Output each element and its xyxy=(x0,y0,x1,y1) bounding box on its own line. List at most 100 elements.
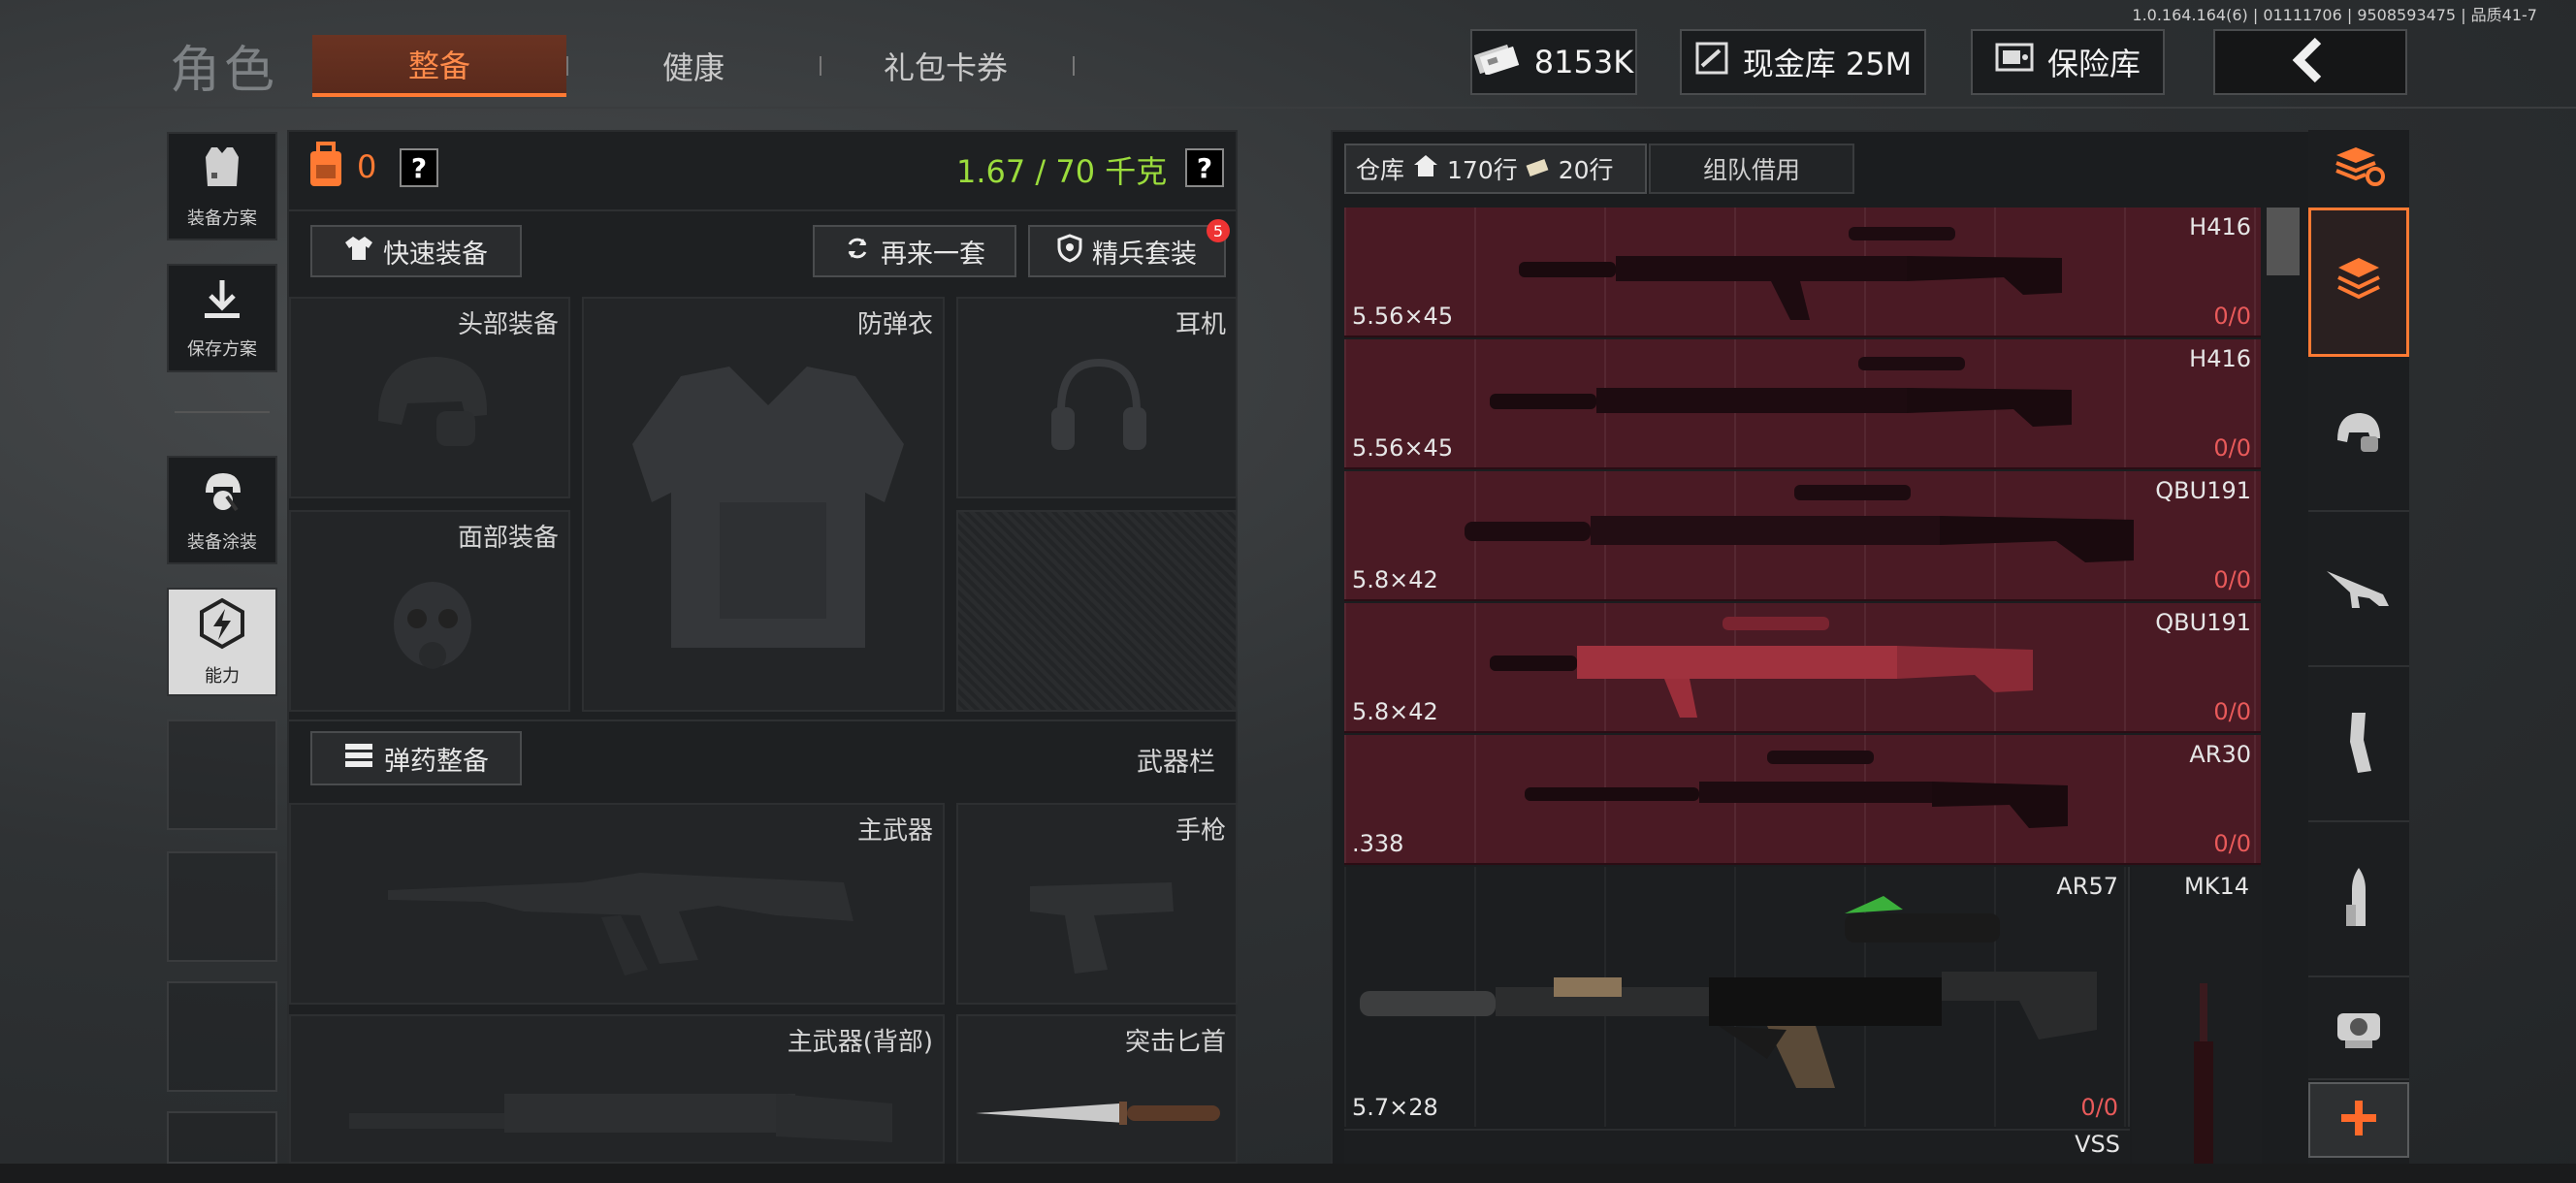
slot-label: 面部装备 xyxy=(457,524,559,553)
item-name: H416 xyxy=(2189,213,2251,240)
item-ammo: 5.56×45 xyxy=(1352,303,1454,330)
plus-icon xyxy=(2337,1097,2380,1143)
safe-box-button[interactable]: 保险库 xyxy=(1971,29,2165,95)
rifle-icon xyxy=(1360,894,2116,1102)
gas-mask-icon xyxy=(384,576,481,687)
cash-icon xyxy=(1473,42,1521,82)
team-borrow-tab[interactable]: 组队借用 xyxy=(1649,144,1854,194)
divider xyxy=(289,209,1236,211)
chevron-left-icon xyxy=(2287,37,2334,87)
armor-slot[interactable]: 防弹衣 xyxy=(582,297,945,712)
tab-separator xyxy=(820,56,821,76)
helmet-paint-icon xyxy=(198,467,246,521)
empty-slot xyxy=(956,510,1238,712)
warehouse-item[interactable]: QBU191 5.8×42 0/0 xyxy=(1344,471,2261,601)
quick-equip-button[interactable]: 快速装备 xyxy=(310,225,522,277)
warehouse-tab[interactable]: 仓库 170行 20行 xyxy=(1344,144,1647,194)
warehouse-tab-label: 仓库 xyxy=(1356,156,1405,184)
vest-plan-icon xyxy=(198,144,246,197)
tab-equip[interactable]: 整备 xyxy=(312,35,566,97)
knife-slot[interactable]: 突击匕首 xyxy=(956,1014,1238,1164)
earphone-slot[interactable]: 耳机 xyxy=(956,297,1238,498)
ammo-equip-button[interactable]: 弹药整备 xyxy=(310,731,522,785)
rifle-icon xyxy=(388,844,853,983)
cash-value: 8153K xyxy=(1533,44,1634,80)
warehouse-item-vss[interactable]: VSS xyxy=(1344,1129,2130,1164)
warehouse-rows-total: 170行 xyxy=(1447,156,1518,184)
tab-health[interactable]: 健康 xyxy=(572,35,815,97)
cash-small-icon xyxy=(1526,155,1551,183)
pistol-slot[interactable]: 手枪 xyxy=(956,803,1238,1005)
count-max: 0 xyxy=(2236,698,2251,725)
item-count: 0/0 xyxy=(2213,303,2251,330)
sidebar-empty-slot xyxy=(167,981,277,1092)
again-button[interactable]: 再来一套 xyxy=(813,225,1016,277)
item-ammo: 5.8×42 xyxy=(1352,566,1438,593)
stack-refresh-icon xyxy=(2333,144,2385,192)
item-count: 0/0 xyxy=(2213,566,2251,593)
warehouse-item[interactable]: QBU191 5.8×42 0/0 xyxy=(1344,603,2261,733)
bottom-strip xyxy=(0,1164,2576,1183)
again-label: 再来一套 xyxy=(881,239,985,270)
sidebar-item-loadout-plan[interactable]: 装备方案 xyxy=(167,132,277,240)
vault-icon xyxy=(1694,41,1729,83)
elite-set-button[interactable]: 精兵套装 xyxy=(1028,225,1226,277)
warehouse-item[interactable]: H416 5.56×45 0/0 xyxy=(1344,208,2261,337)
pistol-icon xyxy=(1026,873,1181,983)
page-title: 角色 xyxy=(170,42,279,100)
category-helmet[interactable] xyxy=(2308,359,2409,512)
count-max: 0 xyxy=(2236,434,2251,462)
count-max: 0 xyxy=(2236,830,2251,857)
weight-display: 1.67 / 70 千克 xyxy=(956,153,1168,190)
category-attachment[interactable] xyxy=(2308,979,2409,1080)
rifle-icon xyxy=(349,1074,892,1169)
tab-separator xyxy=(1073,56,1075,76)
item-ammo: 5.8×42 xyxy=(1352,698,1438,725)
category-magazine[interactable] xyxy=(2308,669,2409,822)
category-rifle[interactable] xyxy=(2308,514,2409,667)
safe-icon xyxy=(1995,43,2034,81)
back-button[interactable] xyxy=(2213,29,2407,95)
head-slot[interactable]: 头部装备 xyxy=(289,297,570,498)
sidebar-item-ability[interactable]: 能力 xyxy=(167,588,277,696)
add-button[interactable] xyxy=(2308,1082,2409,1158)
sort-refresh-button[interactable] xyxy=(2308,130,2409,206)
item-name: AR30 xyxy=(2189,741,2251,768)
cash-display[interactable]: 8153K xyxy=(1470,29,1637,95)
face-slot[interactable]: 面部装备 xyxy=(289,510,570,712)
item-name: MK14 xyxy=(2184,873,2249,900)
helmet-icon xyxy=(369,343,495,473)
rifle-vertical-icon xyxy=(2190,983,2219,1167)
item-count: 0/0 xyxy=(2213,698,2251,725)
item-name: H416 xyxy=(2189,345,2251,372)
rifle-icon xyxy=(1490,611,2072,731)
house-icon xyxy=(1412,153,1439,184)
item-count: 0/0 xyxy=(2213,434,2251,462)
scrollbar-thumb[interactable] xyxy=(2267,208,2300,275)
cash-vault-button[interactable]: 现金库 25M xyxy=(1680,29,1926,95)
bullet-icon xyxy=(2342,866,2375,934)
sidebar-item-label: 能力 xyxy=(205,665,240,687)
sidebar-item-save-plan[interactable]: 保存方案 xyxy=(167,264,277,372)
primary-weapon-slot[interactable]: 主武器 xyxy=(289,803,945,1005)
quick-equip-label: 快速装备 xyxy=(383,239,488,270)
helmet-icon xyxy=(2332,407,2386,462)
warehouse-item[interactable]: H416 5.56×45 0/0 xyxy=(1344,339,2261,469)
version-text: 1.0.164.164(6) | 01111706 | 9508593475 |… xyxy=(2132,6,2537,24)
primary-weapon-back-slot[interactable]: 主武器(背部) xyxy=(289,1014,945,1164)
slot-label: 手枪 xyxy=(1175,816,1226,846)
category-all[interactable] xyxy=(2308,208,2409,357)
help-icon[interactable]: ? xyxy=(1185,148,1224,187)
rifle-icon xyxy=(1490,343,2110,464)
category-ammo[interactable] xyxy=(2308,824,2409,977)
notification-badge: 5 xyxy=(1207,219,1230,242)
help-icon[interactable]: ? xyxy=(400,148,438,187)
divider xyxy=(289,719,1236,721)
sidebar-item-paint[interactable]: 装备涂装 xyxy=(167,456,277,564)
tab-gift-cards[interactable]: 礼包卡券 xyxy=(824,35,1067,97)
warehouse-item[interactable]: AR30 .338 0/0 xyxy=(1344,735,2261,865)
sidebar-empty-slot xyxy=(167,719,277,830)
warehouse-item-mk14[interactable]: MK14 xyxy=(2132,867,2262,1164)
sidebar-empty-slot xyxy=(167,1111,277,1164)
warehouse-item-ar57[interactable]: AR57 5.7×28 0/0 xyxy=(1344,867,2130,1127)
